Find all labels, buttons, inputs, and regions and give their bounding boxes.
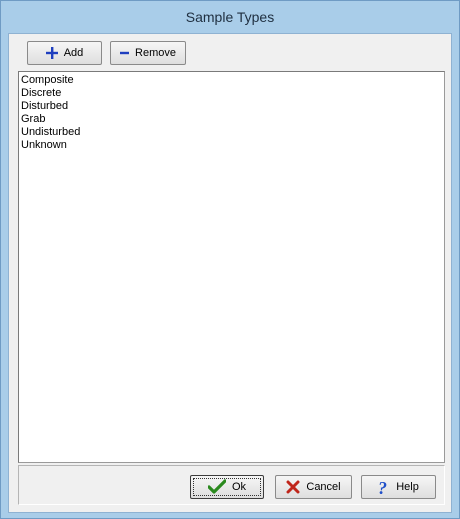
help-button[interactable]: ? Help: [361, 475, 436, 499]
help-button-label: Help: [396, 481, 419, 493]
cancel-button-label: Cancel: [306, 481, 341, 493]
remove-button-label: Remove: [135, 47, 176, 59]
ok-button-label: Ok: [231, 481, 247, 493]
add-button[interactable]: Add: [27, 41, 102, 65]
minus-icon: [120, 47, 130, 59]
dialog-body: Add Remove Composite Discrete Disturbed …: [8, 33, 452, 513]
sample-types-dialog: Sample Types Add Remove Composite Discre…: [0, 0, 460, 519]
button-panel: Ok Cancel ? Help: [18, 465, 445, 505]
list-item[interactable]: Disturbed: [20, 100, 444, 113]
list-item[interactable]: Unknown: [20, 139, 444, 152]
plus-icon: [45, 47, 58, 59]
list-item[interactable]: Composite: [20, 74, 444, 87]
svg-text:?: ?: [378, 479, 387, 496]
sample-types-list[interactable]: Composite Discrete Disturbed Grab Undist…: [18, 71, 445, 463]
window-title: Sample Types: [185, 9, 275, 25]
checkmark-icon: [207, 479, 226, 495]
list-item[interactable]: Discrete: [20, 87, 444, 100]
list-item[interactable]: Grab: [20, 113, 444, 126]
question-mark-icon: ?: [378, 479, 390, 496]
cancel-button[interactable]: Cancel: [275, 475, 352, 499]
x-icon: [286, 480, 300, 494]
add-button-label: Add: [63, 47, 84, 59]
remove-button[interactable]: Remove: [110, 41, 186, 65]
ok-button[interactable]: Ok: [190, 475, 264, 499]
list-item[interactable]: Undisturbed: [20, 126, 444, 139]
